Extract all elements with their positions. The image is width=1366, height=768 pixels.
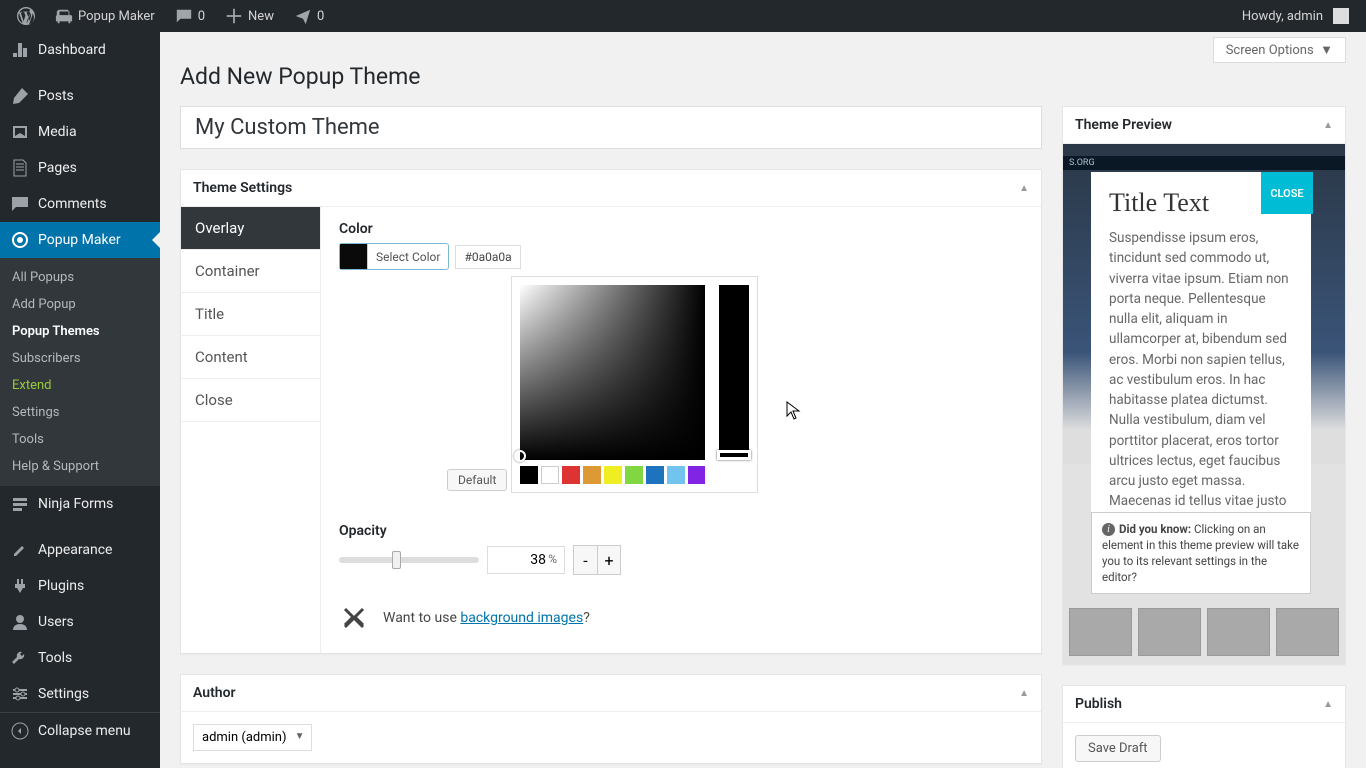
menu-media[interactable]: Media [0, 114, 160, 150]
publish-heading: Publish [1075, 696, 1122, 712]
theme-title-input[interactable] [180, 106, 1042, 149]
sub-tools[interactable]: Tools [0, 426, 160, 453]
theme-settings-box: Theme Settings ▲ Overlay Container Title… [180, 169, 1042, 654]
menu-appearance[interactable]: Appearance [0, 532, 160, 568]
opacity-decrease[interactable]: - [573, 545, 597, 575]
saturation-area[interactable] [520, 285, 705, 460]
menu-comments[interactable]: Comments [0, 186, 160, 222]
color-label: Color [339, 221, 1023, 237]
tab-title[interactable]: Title [181, 293, 320, 336]
opacity-increase[interactable]: + [597, 545, 621, 575]
collapse-menu[interactable]: Collapse menu [0, 712, 160, 749]
sub-help[interactable]: Help & Support [0, 453, 160, 480]
color-picker [511, 276, 758, 493]
content-area: Screen Options ▼ Add New Popup Theme The… [160, 32, 1366, 768]
bg-images-link[interactable]: background images [460, 610, 583, 626]
menu-tools[interactable]: Tools [0, 640, 160, 676]
swatch-ffffff[interactable] [541, 466, 559, 484]
tab-container[interactable]: Container [181, 250, 320, 293]
swatch-1e73be[interactable] [646, 466, 664, 484]
sub-subscribers[interactable]: Subscribers [0, 345, 160, 372]
new-link[interactable]: New [216, 0, 283, 32]
settings-tabs: Overlay Container Title Content Close [181, 207, 321, 653]
saturation-handle[interactable] [514, 450, 526, 462]
select-color-button[interactable]: Select Color [339, 243, 449, 270]
wp-logo[interactable] [8, 0, 44, 32]
swatch-eeee22[interactable] [604, 466, 622, 484]
sub-all-popups[interactable]: All Popups [0, 264, 160, 291]
hex-display: #0a0a0a [455, 245, 520, 269]
hue-bar[interactable] [719, 285, 749, 460]
admin-sidebar: Dashboard Posts Media Pages Comments Pop… [0, 32, 160, 768]
preview-body-text: Suspendisse ipsum eros, tincidunt sed co… [1109, 228, 1293, 552]
swatch-8224e3[interactable] [688, 466, 706, 484]
sub-extend[interactable]: Extend [0, 372, 160, 399]
swatch-000000[interactable] [520, 466, 538, 484]
submenu-popup-maker: All Popups Add Popup Popup Themes Subscr… [0, 258, 160, 486]
menu-ninja-forms[interactable]: Ninja Forms [0, 486, 160, 522]
opacity-input[interactable] [487, 546, 565, 574]
preview-canvas: S.ORG CLOSE Title Text Suspendisse ipsum… [1063, 144, 1345, 664]
preview-heading: Theme Preview [1075, 117, 1172, 133]
menu-dashboard[interactable]: Dashboard [0, 32, 160, 68]
swatch-dd3333[interactable] [562, 466, 580, 484]
sub-add-popup[interactable]: Add Popup [0, 291, 160, 318]
swatch-dd9933[interactable] [583, 466, 601, 484]
menu-posts[interactable]: Posts [0, 78, 160, 114]
site-link[interactable]: Popup Maker [46, 0, 164, 32]
publish-box: Publish ▲ Save Draft [1062, 685, 1346, 768]
did-you-know: iDid you know: Clicking on an element in… [1091, 512, 1311, 594]
avatar [1333, 8, 1349, 24]
howdy-link[interactable]: Howdy, admin [1233, 0, 1358, 32]
opacity-label: Opacity [339, 523, 1023, 539]
menu-pages[interactable]: Pages [0, 150, 160, 186]
color-swatch-preview [340, 244, 368, 269]
toggle-icon[interactable]: ▲ [1323, 699, 1333, 710]
default-color-button[interactable]: Default [447, 469, 507, 491]
swatch-81d742[interactable] [625, 466, 643, 484]
preview-close-button[interactable]: CLOSE [1261, 172, 1313, 214]
menu-settings[interactable]: Settings [0, 676, 160, 712]
author-heading: Author [193, 685, 236, 701]
theme-preview-box: Theme Preview ▲ S.ORG CLOSE Title Text S… [1062, 106, 1346, 665]
hint-text: Want to use background images? [383, 610, 590, 626]
sub-settings[interactable]: Settings [0, 399, 160, 426]
hue-handle[interactable] [717, 450, 751, 460]
sub-popup-themes[interactable]: Popup Themes [0, 318, 160, 345]
info-icon: i [1102, 523, 1115, 536]
save-draft-button[interactable]: Save Draft [1075, 735, 1161, 762]
comments-link[interactable]: 0 [166, 0, 214, 32]
swatch-72c3ed[interactable] [667, 466, 685, 484]
screen-options-button[interactable]: Screen Options ▼ [1213, 37, 1346, 63]
tab-content[interactable]: Content [181, 336, 320, 379]
tab-close[interactable]: Close [181, 379, 320, 422]
menu-popup-maker[interactable]: Popup Maker [0, 222, 160, 258]
admin-bar: Popup Maker 0 New 0 Howdy, admin [0, 0, 1366, 32]
page-title: Add New Popup Theme [180, 63, 1346, 90]
preset-swatches [520, 466, 705, 484]
toggle-icon[interactable]: ▲ [1323, 120, 1333, 131]
toggle-icon[interactable]: ▲ [1019, 183, 1029, 194]
theme-settings-heading: Theme Settings [193, 180, 292, 196]
menu-users[interactable]: Users [0, 604, 160, 640]
hint-icon [339, 603, 369, 633]
menu-plugins[interactable]: Plugins [0, 568, 160, 604]
toggle-icon[interactable]: ▲ [1019, 688, 1029, 699]
slider-handle[interactable] [392, 551, 401, 569]
tab-overlay[interactable]: Overlay [181, 207, 320, 250]
author-box: Author ▲ admin (admin) [180, 674, 1042, 764]
opacity-slider[interactable] [339, 557, 479, 563]
author-select[interactable]: admin (admin) [193, 724, 312, 751]
plane-link[interactable]: 0 [285, 0, 333, 32]
